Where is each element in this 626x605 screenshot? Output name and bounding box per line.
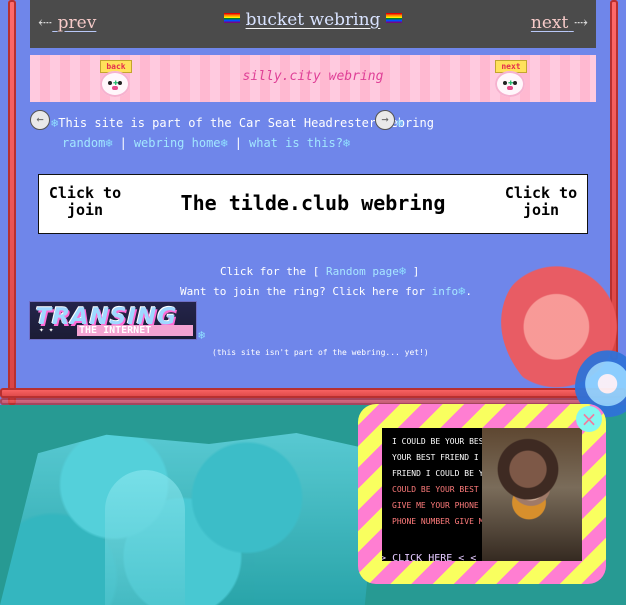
join-info-before: Want to join the ring? Click here for bbox=[180, 285, 426, 298]
right-arrow-icon: ⇢ bbox=[573, 13, 588, 33]
ad-content[interactable]: I COULD BE YOUR BEST YOUR BEST FRIEND I … bbox=[382, 428, 582, 561]
join-info-link[interactable]: info❄ bbox=[432, 284, 466, 298]
left-arrow-icon: ← bbox=[36, 112, 44, 126]
silly-next-button[interactable]: next ✚ bbox=[493, 57, 529, 99]
bucket-webring-nav: ⇠ prev bucket webring next ⇢ bbox=[30, 0, 596, 48]
bear-face-icon: ✚ bbox=[495, 71, 525, 97]
car-seat-webring: ← ❄This site is part of the Car Seat Hea… bbox=[29, 110, 439, 160]
silly-city-webring: back ✚ silly.city webring next ✚ bbox=[30, 55, 596, 102]
car-seat-prev-button[interactable]: ← bbox=[30, 110, 50, 130]
pride-flag-icon bbox=[224, 13, 241, 23]
ad-line: I COULD BE YOUR BEST bbox=[392, 437, 489, 446]
sparkle-icon: ✦ ✦ bbox=[39, 325, 54, 334]
transing-subtitle: THE INTERNET bbox=[77, 325, 193, 336]
close-icon[interactable]: × bbox=[576, 406, 602, 432]
link-separator: | bbox=[119, 136, 127, 150]
snowflake-icon: ❄ bbox=[198, 328, 206, 342]
ad-line: FRIEND I COULD BE Y bbox=[392, 469, 484, 478]
tilde-right-join-link[interactable]: Click to join bbox=[495, 185, 587, 219]
advertisement-popup: I COULD BE YOUR BEST YOUR BEST FRIEND I … bbox=[358, 404, 606, 584]
bucket-webring-title[interactable]: bucket webring bbox=[30, 10, 596, 30]
bear-nose bbox=[507, 86, 513, 90]
click-here-link[interactable]: > > CLICK HERE < < < bbox=[382, 553, 488, 561]
tilde-club-webring: Click to join The tilde.club webring Cli… bbox=[38, 174, 588, 234]
right-arrow-icon: → bbox=[381, 112, 389, 126]
pride-flag-icon bbox=[385, 13, 402, 23]
car-seat-next-button[interactable]: → bbox=[375, 110, 395, 130]
next-label: next bbox=[530, 13, 569, 33]
ad-line: COULD BE YOUR BEST bbox=[392, 485, 479, 494]
left-red-pipe bbox=[8, 0, 16, 405]
ad-photo bbox=[482, 428, 582, 561]
transing-the-internet-badge[interactable]: TRANSING ✦ ✦ THE INTERNET bbox=[29, 301, 197, 340]
random-page-link[interactable]: Random page❄ bbox=[326, 264, 406, 278]
ad-line: GIVE ME YOUR PHONE bbox=[392, 501, 479, 510]
car-seat-random-link[interactable]: random❄ bbox=[62, 136, 113, 150]
bear-nose bbox=[112, 86, 118, 90]
next-link[interactable]: next ⇢ bbox=[531, 13, 588, 33]
link-separator: | bbox=[234, 136, 242, 150]
car-seat-home-link[interactable]: webring home❄ bbox=[134, 136, 228, 150]
not-part-of-webring-note: (this site isn't part of the webring... … bbox=[212, 348, 429, 357]
join-info-after: . bbox=[465, 285, 473, 298]
ruin-arch-decoration bbox=[105, 470, 185, 605]
car-seat-links: random❄ | webring home❄ | what is this?❄ bbox=[62, 134, 350, 152]
random-page-line: Click for the [ Random page❄ ] bbox=[220, 264, 419, 278]
bucket-webring-title-text: bucket webring bbox=[245, 10, 381, 30]
ad-line: PHONE NUMBER GIVE M bbox=[392, 517, 484, 526]
join-info-line: Want to join the ring? Click here for in… bbox=[180, 284, 472, 298]
car-seat-about-link[interactable]: what is this?❄ bbox=[249, 136, 350, 150]
ad-text-block: I COULD BE YOUR BEST YOUR BEST FRIEND I … bbox=[392, 434, 492, 530]
bottom-red-pipe bbox=[0, 388, 626, 398]
ad-line: YOUR BEST FRIEND I bbox=[392, 453, 479, 462]
snowflake-icon: ❄ bbox=[396, 116, 404, 130]
random-page-before: Click for the [ bbox=[220, 265, 320, 278]
random-page-after: ] bbox=[412, 265, 420, 278]
